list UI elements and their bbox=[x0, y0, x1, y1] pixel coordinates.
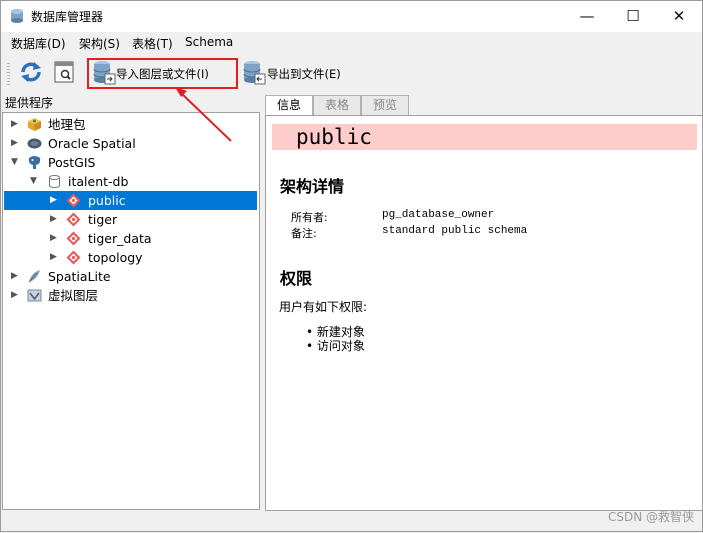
menu-table[interactable]: 表格(T) bbox=[132, 35, 173, 52]
expand-arrow-icon[interactable]: ▶ bbox=[11, 134, 18, 153]
schema-icon bbox=[66, 212, 81, 227]
window-title: 数据库管理器 bbox=[31, 10, 104, 24]
close-button[interactable]: ✕ bbox=[656, 1, 702, 32]
expand-arrow-icon[interactable]: ▶ bbox=[50, 248, 57, 267]
export-db-icon bbox=[243, 61, 266, 85]
provider-tree: ▶ 地理包 ▶ Oracle Spatial ▼ PostGIS ▼ itale… bbox=[2, 112, 260, 510]
database-icon bbox=[9, 8, 25, 24]
providers-title: 提供程序 bbox=[5, 96, 54, 110]
collapse-arrow-icon[interactable]: ▼ bbox=[30, 172, 37, 191]
expand-arrow-icon[interactable]: ▶ bbox=[50, 210, 57, 229]
expand-arrow-icon[interactable]: ▶ bbox=[11, 267, 18, 286]
permissions-heading: 权限 bbox=[280, 269, 313, 288]
sql-window-icon bbox=[54, 61, 74, 83]
export-file-button[interactable]: 导出到文件(E) bbox=[242, 59, 352, 87]
postgis-icon bbox=[28, 156, 41, 169]
oracle-icon bbox=[27, 138, 42, 149]
selection-highlight bbox=[4, 191, 257, 210]
maximize-button[interactable]: ☐ bbox=[610, 1, 656, 32]
highlight-box bbox=[87, 58, 238, 89]
refresh-button[interactable] bbox=[19, 59, 45, 87]
menu-database[interactable]: 数据库(D) bbox=[11, 35, 66, 52]
watermark: CSDN @救智侠 bbox=[607, 510, 694, 524]
menu-bar: 数据库(D) 架构(S) 表格(T) Schema bbox=[1, 32, 702, 52]
sql-window-button[interactable] bbox=[53, 59, 77, 87]
collapse-arrow-icon[interactable]: ▼ bbox=[11, 153, 18, 172]
details-heading: 架构详情 bbox=[280, 177, 345, 196]
expand-arrow-icon[interactable]: ▶ bbox=[50, 229, 57, 248]
comment-value: standard public schema bbox=[382, 225, 528, 237]
owner-value: pg_database_owner bbox=[382, 209, 495, 221]
spatialite-icon bbox=[28, 270, 40, 283]
comment-label: 备注: bbox=[291, 227, 317, 240]
schema-icon bbox=[66, 193, 81, 208]
schema-icon bbox=[66, 231, 81, 246]
export-label: 导出到文件(E) bbox=[267, 67, 341, 81]
expand-arrow-icon[interactable]: ▶ bbox=[50, 191, 57, 210]
owner-label: 所有者: bbox=[291, 211, 328, 224]
menu-schema[interactable]: 架构(S) bbox=[79, 35, 120, 52]
refresh-icon bbox=[21, 62, 41, 82]
permission-item: • 访问对象 bbox=[306, 339, 365, 353]
tab-preview[interactable]: 预览 bbox=[361, 95, 409, 115]
expand-arrow-icon[interactable]: ▶ bbox=[11, 115, 18, 134]
schema-banner: public bbox=[272, 124, 697, 150]
title-bar: 数据库管理器 — ☐ ✕ bbox=[1, 1, 702, 32]
permissions-text: 用户有如下权限: bbox=[279, 300, 368, 314]
schema-icon bbox=[66, 250, 81, 265]
tab-table[interactable]: 表格 bbox=[313, 95, 361, 115]
app-window: 数据库管理器 — ☐ ✕ 数据库(D) 架构(S) 表格(T) Schema 导… bbox=[0, 0, 703, 532]
tab-info[interactable]: 信息 bbox=[265, 95, 313, 116]
geopackage-icon bbox=[28, 118, 41, 131]
expand-arrow-icon[interactable]: ▶ bbox=[11, 286, 18, 305]
info-panel: public 架构详情 所有者: pg_database_owner 备注: s… bbox=[265, 115, 703, 511]
virtual-layer-icon bbox=[27, 289, 42, 302]
minimize-button[interactable]: — bbox=[564, 1, 610, 32]
toolbar-grip[interactable] bbox=[7, 63, 10, 85]
schema-name: public bbox=[296, 125, 372, 149]
menu-schema-en[interactable]: Schema bbox=[185, 35, 233, 49]
database-node-icon bbox=[49, 175, 60, 188]
